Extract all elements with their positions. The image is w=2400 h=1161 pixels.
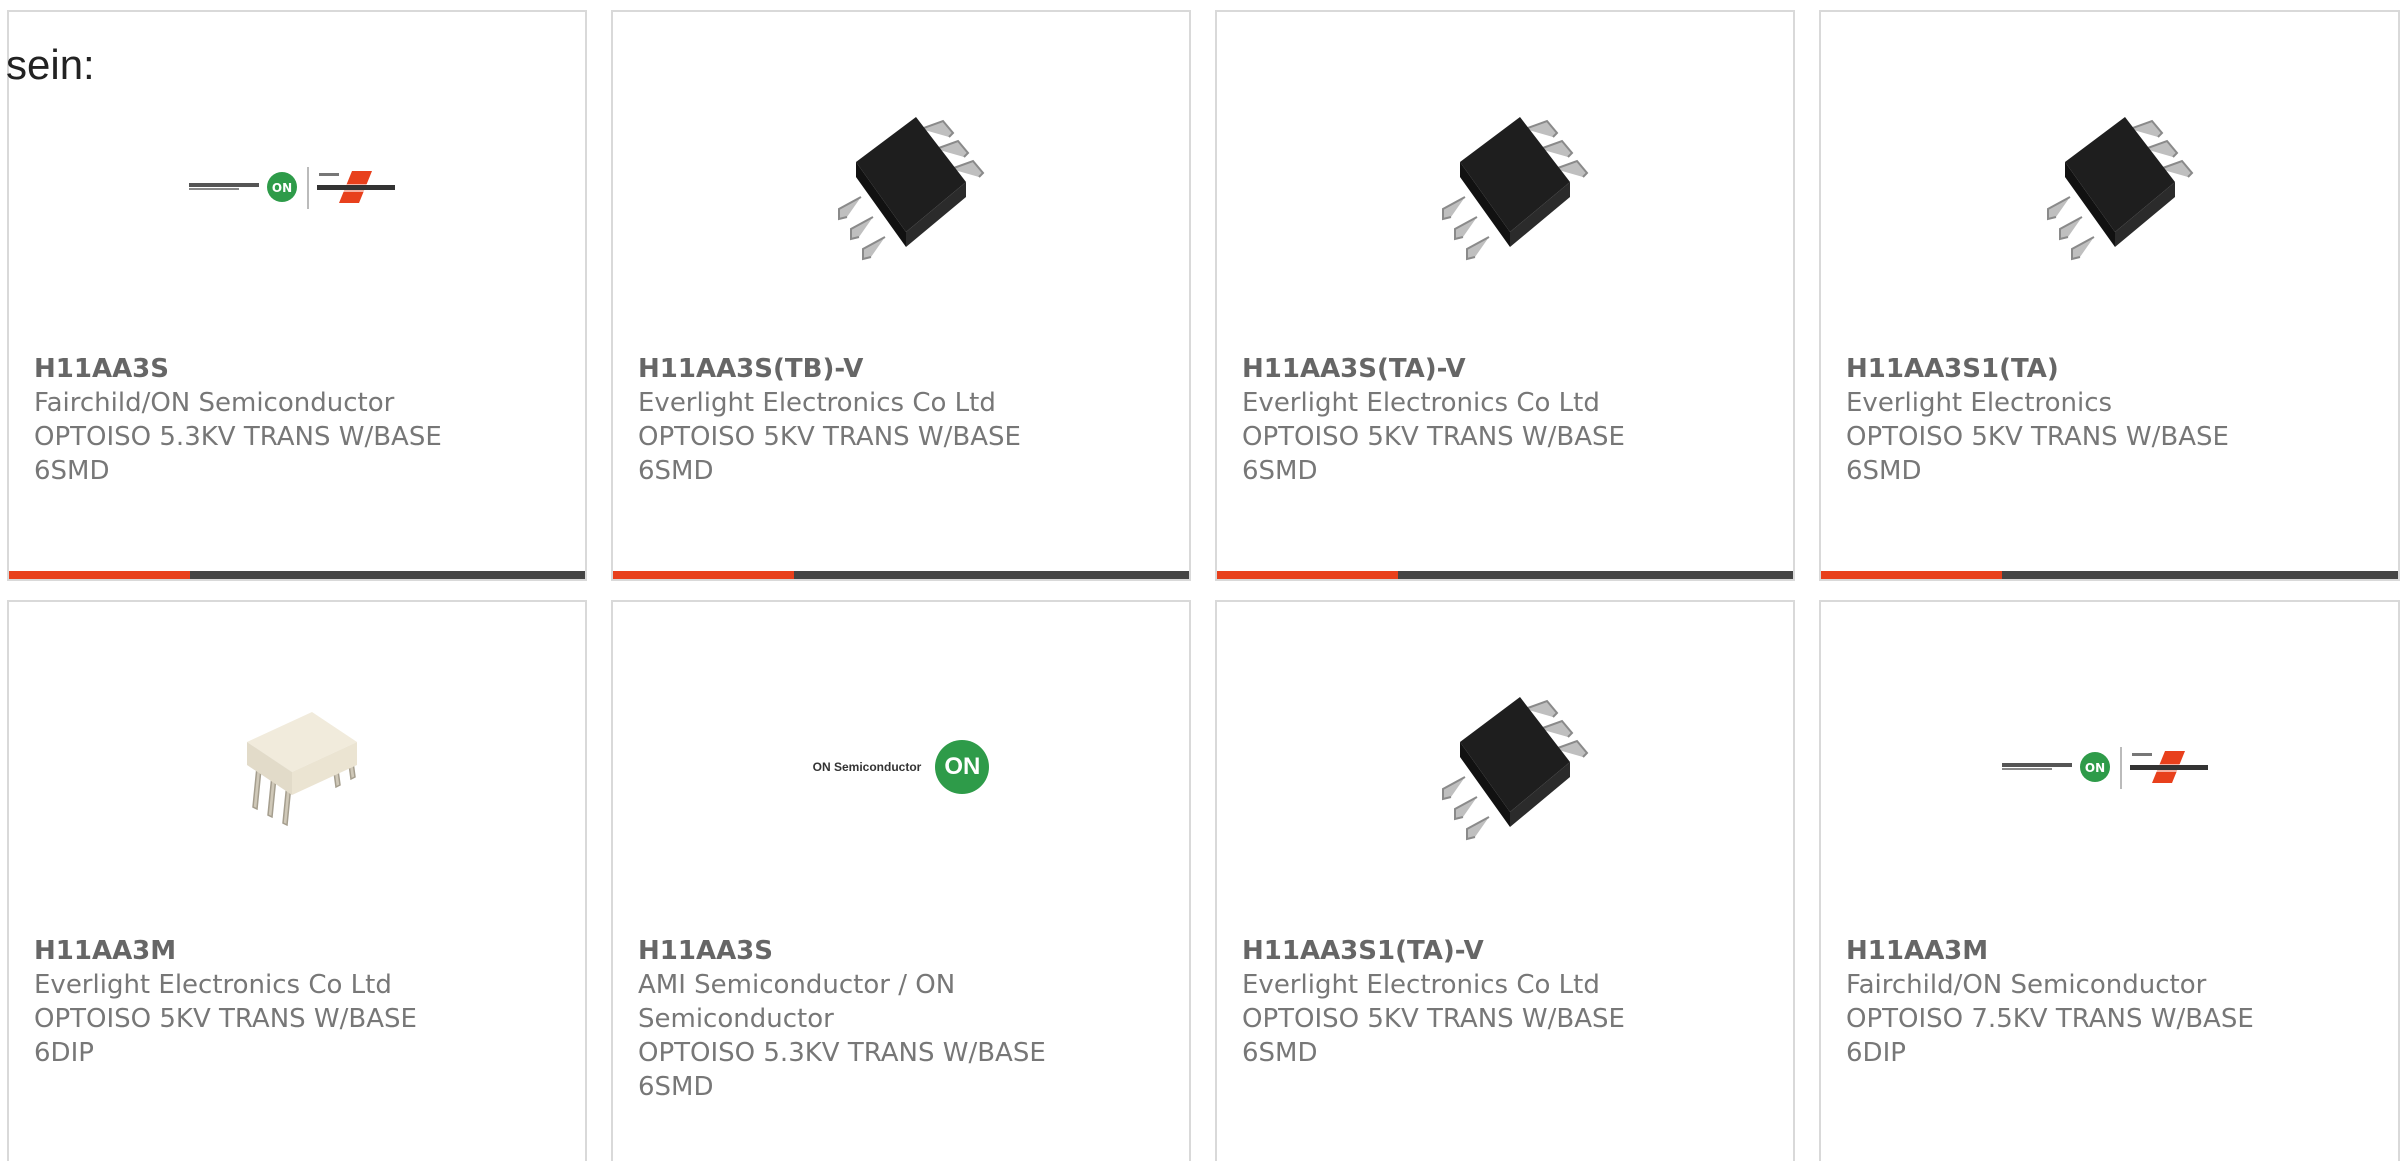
card-bottom-bar — [1821, 571, 2398, 579]
on-fairchild-logo-icon: ON — [189, 167, 395, 209]
part-number[interactable]: H11AA3S(TB)-V — [638, 352, 1169, 386]
product-grid-page: sein: ON H11AA3S Fairchild/ON Semiconduc… — [0, 0, 2400, 1161]
card-bottom-bar — [1217, 571, 1793, 579]
product-card[interactable]: ON H11AA3S Fairchild/ON Semiconductor OP… — [7, 10, 587, 581]
card-bottom-bar — [613, 571, 1189, 579]
product-image[interactable] — [1217, 82, 1793, 292]
product-card[interactable]: ON Semiconductor ON H11AA3S AMI Semicond… — [611, 600, 1191, 1161]
black-6smd-chip-icon — [1405, 667, 1605, 867]
black-6smd-chip-icon — [2009, 87, 2210, 287]
white-6dip-chip-icon — [247, 712, 357, 827]
part-number[interactable]: H11AA3S1(TA)-V — [1242, 934, 1773, 968]
description: OPTOISO 5KV TRANS W/BASE 6DIP — [34, 1004, 417, 1068]
product-card[interactable]: H11AA3S(TA)-V Everlight Electronics Co L… — [1215, 10, 1795, 581]
product-info: H11AA3M Fairchild/ON Semiconductor OPTOI… — [1846, 934, 2378, 1070]
card-accent-bar — [1821, 571, 2002, 579]
manufacturer: Everlight Electronics Co Ltd — [1242, 970, 1600, 1000]
product-info: H11AA3S1(TA) Everlight Electronics OPTOI… — [1846, 352, 2378, 488]
black-6smd-chip-icon — [801, 87, 1001, 287]
product-info: H11AA3S Fairchild/ON Semiconductor OPTOI… — [34, 352, 565, 488]
manufacturer: AMI Semiconductor / ON Semiconductor — [638, 970, 956, 1034]
intro-text: sein: — [6, 41, 95, 88]
manufacturer: Everlight Electronics Co Ltd — [1242, 388, 1600, 418]
description: OPTOISO 5KV TRANS W/BASE 6SMD — [1242, 1004, 1625, 1068]
manufacturer: Everlight Electronics Co Ltd — [638, 388, 996, 418]
product-card[interactable]: H11AA3S1(TA)-V Everlight Electronics Co … — [1215, 600, 1795, 1161]
card-accent-bar — [613, 571, 794, 579]
product-info: H11AA3S(TA)-V Everlight Electronics Co L… — [1242, 352, 1773, 488]
product-image[interactable]: ON — [1821, 662, 2398, 872]
part-number[interactable]: H11AA3S1(TA) — [1846, 352, 2378, 386]
manufacturer: Fairchild/ON Semiconductor — [1846, 970, 2207, 1000]
part-number[interactable]: H11AA3S — [638, 934, 1169, 968]
card-accent-bar — [9, 571, 190, 579]
on-semiconductor-logo: ON Semiconductor ON — [813, 740, 990, 794]
product-image[interactable] — [1821, 82, 2398, 292]
description: OPTOISO 7.5KV TRANS W/BASE 6DIP — [1846, 1004, 2254, 1068]
part-number[interactable]: H11AA3M — [34, 934, 565, 968]
part-number[interactable]: H11AA3S(TA)-V — [1242, 352, 1773, 386]
on-semiconductor-logo-text: ON Semiconductor — [812, 760, 922, 774]
product-image[interactable]: ON Semiconductor ON — [613, 662, 1189, 872]
product-info: H11AA3S(TB)-V Everlight Electronics Co L… — [638, 352, 1169, 488]
card-bottom-bar — [9, 571, 585, 579]
product-card[interactable]: ON H11AA3M Fairchild/ON Semiconductor OP… — [1819, 600, 2400, 1161]
svg-text:ON: ON — [2084, 761, 2104, 775]
description: OPTOISO 5.3KV TRANS W/BASE 6SMD — [638, 1038, 1046, 1102]
product-card[interactable]: H11AA3S(TB)-V Everlight Electronics Co L… — [611, 10, 1191, 581]
description: OPTOISO 5KV TRANS W/BASE 6SMD — [638, 422, 1021, 486]
product-image[interactable] — [1217, 662, 1793, 872]
description: OPTOISO 5KV TRANS W/BASE 6SMD — [1242, 422, 1625, 486]
black-6smd-chip-icon — [1405, 87, 1605, 287]
card-accent-bar — [1217, 571, 1398, 579]
description: OPTOISO 5KV TRANS W/BASE 6SMD — [1846, 422, 2229, 486]
product-card[interactable]: H11AA3M Everlight Electronics Co Ltd OPT… — [7, 600, 587, 1161]
manufacturer: Everlight Electronics — [1846, 388, 2113, 418]
product-info: H11AA3M Everlight Electronics Co Ltd OPT… — [34, 934, 565, 1070]
product-image[interactable]: ON — [9, 82, 585, 292]
product-info: H11AA3S AMI Semiconductor / ON Semicondu… — [638, 934, 1169, 1104]
description: OPTOISO 5.3KV TRANS W/BASE 6SMD — [34, 422, 442, 486]
on-logo-badge-text: ON — [944, 753, 981, 780]
part-number[interactable]: H11AA3M — [1846, 934, 2378, 968]
part-number[interactable]: H11AA3S — [34, 352, 565, 386]
manufacturer: Fairchild/ON Semiconductor — [34, 388, 395, 418]
product-image[interactable] — [613, 82, 1189, 292]
svg-text:ON: ON — [272, 181, 292, 195]
product-image[interactable] — [9, 662, 585, 872]
product-card[interactable]: H11AA3S1(TA) Everlight Electronics OPTOI… — [1819, 10, 2400, 581]
manufacturer: Everlight Electronics Co Ltd — [34, 970, 392, 1000]
on-logo-icon: ON — [935, 740, 990, 794]
product-info: H11AA3S1(TA)-V Everlight Electronics Co … — [1242, 934, 1773, 1070]
on-fairchild-logo-icon: ON — [2001, 747, 2208, 789]
